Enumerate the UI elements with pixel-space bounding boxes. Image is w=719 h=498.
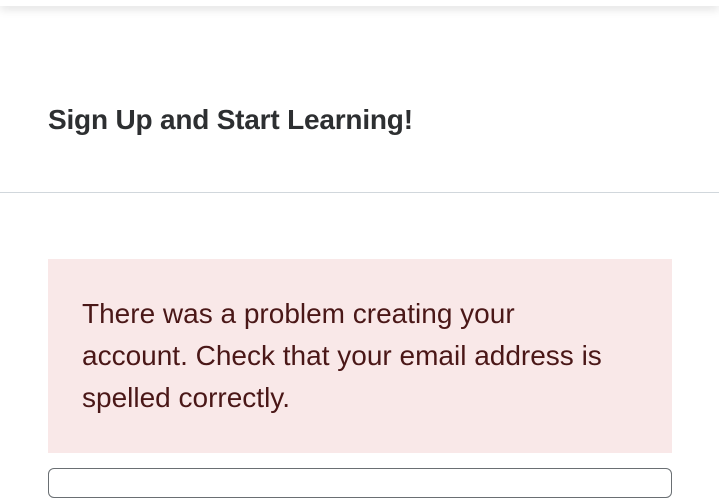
page-title: Sign Up and Start Learning! [48,104,413,135]
error-alert: There was a problem creating your accoun… [48,259,672,453]
error-alert-message: There was a problem creating your accoun… [82,298,602,413]
modal-header: Sign Up and Start Learning! [0,6,719,193]
email-field[interactable] [48,468,672,498]
